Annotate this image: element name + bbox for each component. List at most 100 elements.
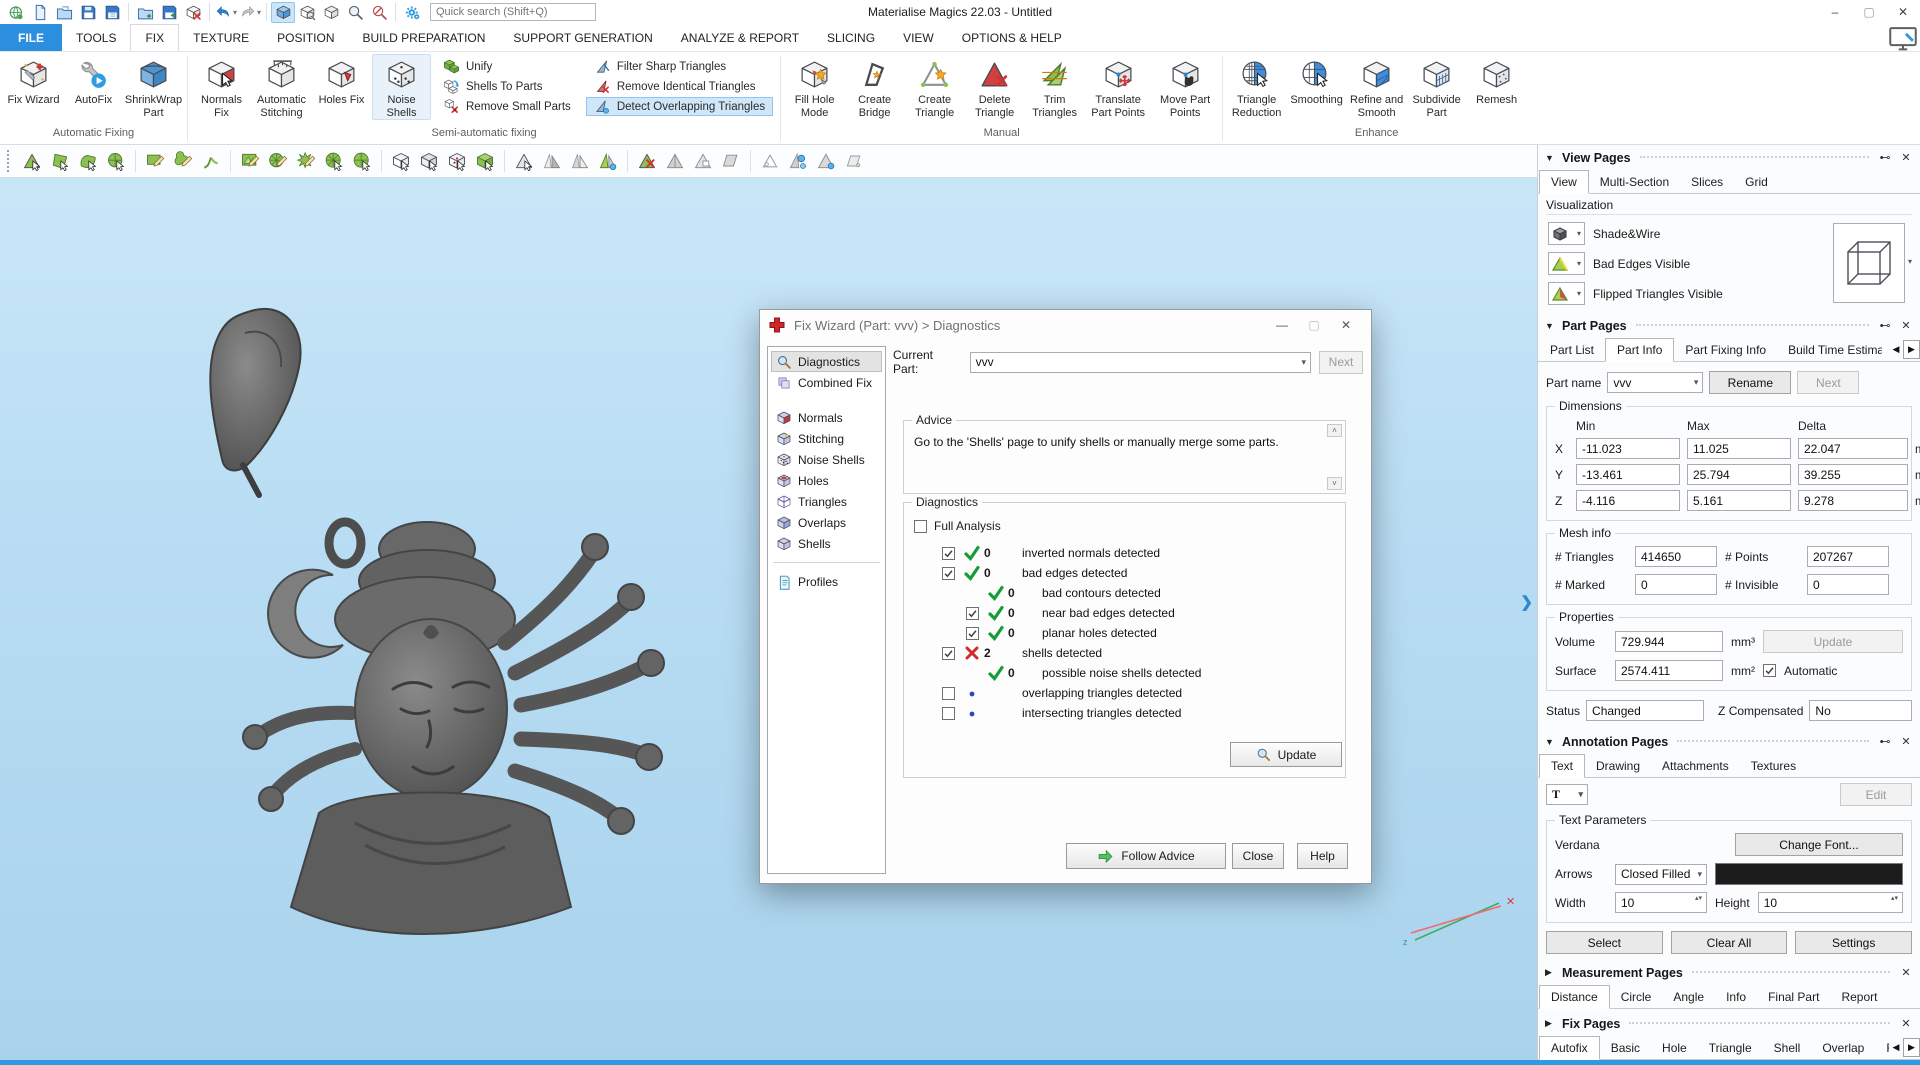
new-scene-globe-icon[interactable]: [4, 2, 28, 23]
scroll-down-icon[interactable]: ˅: [1327, 477, 1342, 490]
select-planes-icon[interactable]: [47, 148, 73, 174]
z-compensated-field[interactable]: No: [1809, 700, 1912, 721]
triangle-detail-icon[interactable]: [690, 148, 716, 174]
mark-pie-icon[interactable]: [321, 148, 347, 174]
menu-tab-tools[interactable]: TOOLS: [62, 24, 130, 51]
update-button[interactable]: Update: [1230, 742, 1342, 767]
capture-screen-icon[interactable]: [1886, 24, 1920, 51]
y-max-field[interactable]: 25.794: [1687, 464, 1791, 485]
marked-count-field[interactable]: 0: [1635, 574, 1717, 595]
select-button[interactable]: Select: [1546, 931, 1663, 954]
part-name-select[interactable]: vvv: [1607, 372, 1703, 393]
quick-search-input[interactable]: [430, 3, 596, 21]
tab-autofix[interactable]: Autofix: [1539, 1036, 1600, 1060]
view-default-icon[interactable]: [319, 2, 343, 23]
view-pages-header[interactable]: ▼ View Pages ⊷ ✕: [1538, 147, 1920, 168]
tab-view[interactable]: View: [1539, 170, 1589, 194]
menu-tab-view[interactable]: VIEW: [889, 24, 948, 51]
invisible-count-field[interactable]: 0: [1807, 574, 1889, 595]
tab-text[interactable]: Text: [1539, 754, 1585, 778]
triangle-plane-icon[interactable]: [718, 148, 744, 174]
chevron-down-icon[interactable]: ▾: [233, 8, 237, 17]
tab-part-fixing-info[interactable]: Part Fixing Info: [1674, 339, 1777, 361]
triangle-orientation-icon[interactable]: [567, 148, 593, 174]
mark-freeform-icon[interactable]: [170, 148, 196, 174]
tab-info[interactable]: Info: [1715, 986, 1757, 1008]
select-surface-icon[interactable]: [75, 148, 101, 174]
tab-scroll-left-icon[interactable]: ◀: [1889, 340, 1903, 359]
tab-overlap[interactable]: Overlap: [1811, 1037, 1875, 1059]
triangle-cursor-icon[interactable]: [511, 148, 537, 174]
fix-page-item-stitching[interactable]: Stitching: [771, 428, 882, 449]
rename-button[interactable]: Rename: [1709, 371, 1791, 394]
ribbon-button-triangle-reduction[interactable]: Triangle Reduction: [1227, 54, 1286, 120]
tab-part-info[interactable]: Part Info: [1605, 338, 1674, 362]
save-as-icon[interactable]: [100, 2, 124, 23]
ribbon-button-autofix[interactable]: AutoFix: [64, 54, 123, 120]
visualization-toggle-bad-edges-visible[interactable]: ▾: [1548, 252, 1585, 275]
diagnostic-checkbox[interactable]: [966, 627, 979, 640]
collapse-arrow-icon[interactable]: ▶: [1545, 1018, 1555, 1029]
tab-scroll-right-icon[interactable]: ▶: [1903, 340, 1920, 359]
surface-field[interactable]: 2574.411: [1615, 660, 1723, 681]
ribbon-button-filter-sharp-triangles[interactable]: Filter Sharp Triangles: [586, 57, 773, 76]
tab-build-time-estimation[interactable]: Build Time Estimation: [1777, 339, 1882, 361]
tab-report[interactable]: Report: [1830, 986, 1888, 1008]
maximize-icon[interactable]: ▢: [1852, 1, 1886, 23]
minimize-icon[interactable]: –: [1818, 1, 1852, 23]
dialog-title-bar[interactable]: Fix Wizard (Part: vvv) > Diagnostics — ▢…: [760, 310, 1371, 340]
ribbon-button-refine-and-smooth[interactable]: Refine and Smooth: [1347, 54, 1406, 120]
next-button[interactable]: Next: [1319, 351, 1363, 374]
measurement-pages-header[interactable]: ▶ Measurement Pages ✕: [1538, 962, 1920, 983]
ribbon-button-translate-part-points[interactable]: Translate Part Points: [1085, 54, 1151, 120]
status-field[interactable]: Changed: [1586, 700, 1704, 721]
chevron-down-icon[interactable]: ▾: [1577, 259, 1581, 268]
select-shells-icon[interactable]: [103, 148, 129, 174]
triangle-outline-icon[interactable]: [757, 148, 783, 174]
menu-tab-options-help[interactable]: OPTIONS & HELP: [948, 24, 1076, 51]
follow-advice-button[interactable]: Follow Advice: [1066, 843, 1226, 869]
tab-shell[interactable]: Shell: [1763, 1037, 1812, 1059]
tab-multi-section[interactable]: Multi-Section: [1589, 171, 1680, 193]
menu-tab-file[interactable]: FILE: [0, 24, 62, 51]
mark-curve-icon[interactable]: [198, 148, 224, 174]
triangle-delete-icon[interactable]: [634, 148, 660, 174]
ribbon-button-remesh[interactable]: Remesh: [1467, 54, 1526, 120]
mark-window-triangles-icon[interactable]: [237, 148, 263, 174]
settings-gear-icon[interactable]: [400, 2, 424, 23]
mark-rectangle-icon[interactable]: [142, 148, 168, 174]
zoom-in-icon[interactable]: [343, 2, 367, 23]
tab-textures[interactable]: Textures: [1740, 755, 1807, 777]
arrow-color-swatch[interactable]: [1715, 863, 1903, 885]
fix-pages-header[interactable]: ▶ Fix Pages ✕: [1538, 1013, 1920, 1034]
ribbon-button-detect-overlapping-triangles[interactable]: Detect Overlapping Triangles: [586, 97, 773, 116]
text-style-select[interactable]: T: [1546, 784, 1588, 805]
chevron-down-icon[interactable]: ▾: [1577, 229, 1581, 238]
import-part-icon[interactable]: [133, 2, 157, 23]
triangles-count-field[interactable]: 414650: [1635, 546, 1717, 567]
y-delta-field[interactable]: 39.255: [1798, 464, 1908, 485]
mark-disc-icon[interactable]: [265, 148, 291, 174]
ribbon-button-remove-small-parts[interactable]: Remove Small Parts: [435, 97, 579, 116]
triangle-shaded-icon[interactable]: [662, 148, 688, 174]
ribbon-button-shells-to-parts[interactable]: Shells To Parts: [435, 77, 579, 96]
automatic-checkbox[interactable]: [1763, 664, 1776, 677]
pin-icon[interactable]: ⊷: [1878, 151, 1892, 164]
volume-field[interactable]: 729.944: [1615, 631, 1723, 652]
annotation-pages-header[interactable]: ▼ Annotation Pages ⊷ ✕: [1538, 731, 1920, 752]
ribbon-button-delete-triangle[interactable]: Delete Triangle: [965, 54, 1024, 120]
close-icon[interactable]: ✕: [1899, 151, 1913, 164]
zoom-to-part-icon[interactable]: [295, 2, 319, 23]
y-min-field[interactable]: -13.461: [1576, 464, 1680, 485]
chevron-down-icon[interactable]: ▾: [1577, 289, 1581, 298]
tab-circle[interactable]: Circle: [1610, 986, 1663, 1008]
help-button[interactable]: Help: [1297, 843, 1348, 869]
tab-scroll-left-icon[interactable]: ◀: [1889, 1038, 1903, 1057]
panel-collapse-chevron-icon[interactable]: ❯: [1520, 593, 1533, 611]
ribbon-button-automatic-stitching[interactable]: Automatic Stitching: [252, 54, 311, 120]
tab-final-part[interactable]: Final Part: [1757, 986, 1830, 1008]
height-stepper[interactable]: 10: [1758, 892, 1903, 913]
close-icon[interactable]: ✕: [1899, 1017, 1913, 1030]
close-icon[interactable]: ✕: [1899, 735, 1913, 748]
select-through-cube-icon[interactable]: [388, 148, 414, 174]
